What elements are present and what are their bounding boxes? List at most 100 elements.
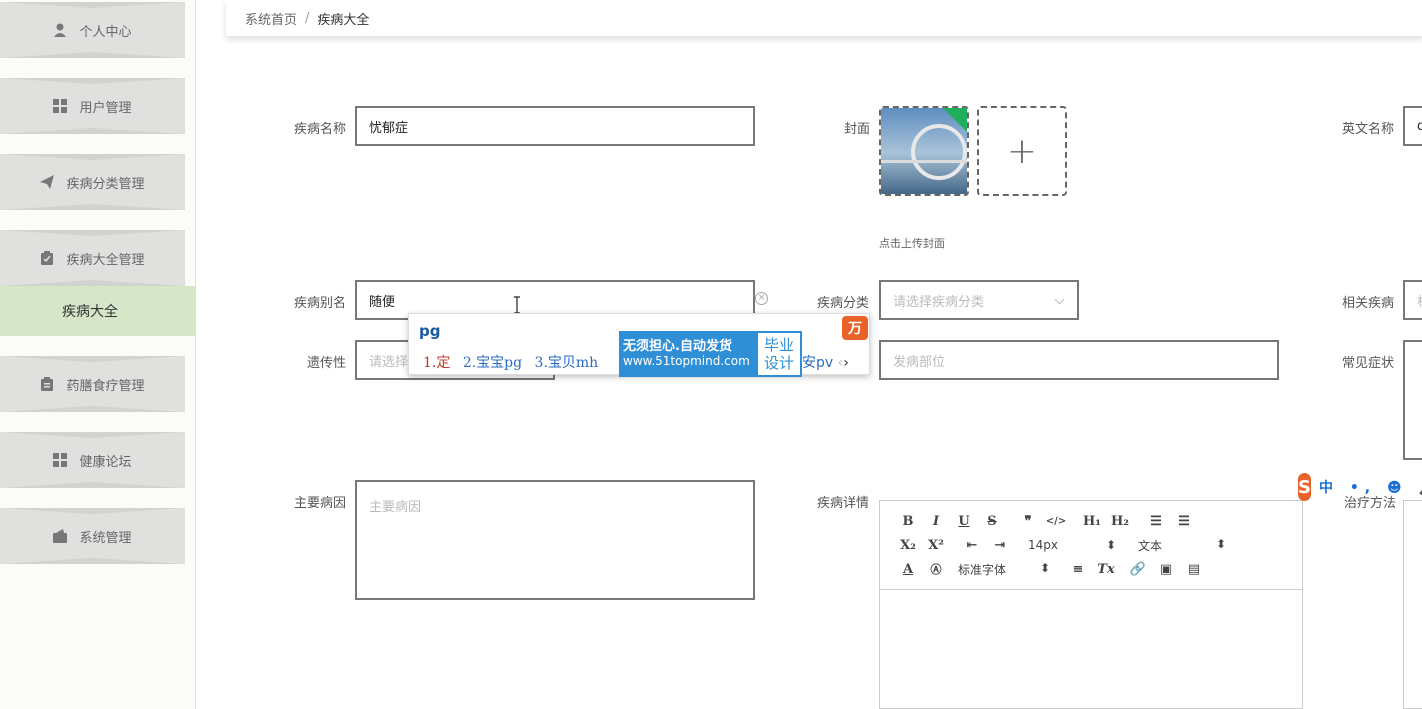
ime-candidate-tail: 安pv bbox=[802, 355, 834, 371]
disease-category-select[interactable]: 请选择疾病分类 bbox=[879, 280, 1079, 320]
ordered-list-icon[interactable]: ☰ bbox=[1142, 514, 1170, 529]
video-icon[interactable]: ▤ bbox=[1180, 562, 1208, 577]
sogou-logo-icon: S bbox=[1298, 473, 1311, 501]
ime-candidate-more[interactable]: 安pv ‹› bbox=[802, 352, 849, 372]
sidebar-item-users[interactable]: 用户管理 bbox=[0, 78, 185, 134]
h1-icon[interactable]: H₁ bbox=[1078, 514, 1106, 529]
sidebar-item-label: 个人中心 bbox=[79, 24, 132, 40]
updown-icon: ⬍ bbox=[1039, 560, 1050, 575]
sidebar-item-disease-category[interactable]: 疾病分类管理 bbox=[0, 154, 185, 210]
onset-site-input[interactable]: 发病部位 bbox=[879, 340, 1279, 380]
font-family-value: 标准字体 bbox=[958, 562, 1007, 577]
text-cursor-icon bbox=[514, 296, 520, 314]
superscript-icon[interactable]: X² bbox=[922, 538, 950, 553]
english-name-label: 英文名称 bbox=[1341, 122, 1394, 137]
link-icon[interactable]: 🔗 bbox=[1124, 562, 1152, 577]
font-color-icon[interactable]: A bbox=[894, 562, 922, 577]
cover-thumbnail[interactable] bbox=[879, 106, 969, 196]
clear-format-icon[interactable]: Tx bbox=[1092, 562, 1120, 577]
sogou-ime-toolbar[interactable]: S 中 •, ☻ 🎤 bbox=[1298, 473, 1422, 501]
clear-icon[interactable]: × bbox=[755, 292, 768, 305]
cover-image bbox=[881, 108, 967, 194]
ad-line-1: 无须担心.自动发货 bbox=[623, 339, 732, 354]
sidebar-item-system[interactable]: 系统管理 bbox=[0, 508, 185, 564]
bullet-list-icon[interactable]: ☰ bbox=[1170, 514, 1198, 529]
align-icon[interactable]: ≡ bbox=[1064, 562, 1092, 577]
sidebar-item-diet-therapy[interactable]: 药膳食疗管理 bbox=[0, 356, 185, 412]
font-size-select[interactable]: 14px ⬍ bbox=[1024, 538, 1120, 552]
sidebar-item-label: 系统管理 bbox=[79, 530, 132, 546]
category-placeholder: 请选择疾病分类 bbox=[893, 294, 985, 310]
code-icon[interactable]: </> bbox=[1042, 516, 1070, 527]
category-label: 疾病分类 bbox=[816, 296, 869, 311]
outdent-icon[interactable]: ⇤ bbox=[958, 538, 986, 553]
user-icon bbox=[53, 23, 67, 37]
bold-icon[interactable]: B bbox=[894, 514, 922, 529]
add-cover-button[interactable]: + bbox=[977, 106, 1067, 196]
send-icon bbox=[40, 175, 55, 189]
ad-right-1: 毕业 bbox=[763, 336, 794, 354]
sidebar-item-profile[interactable]: 个人中心 bbox=[0, 2, 185, 58]
upload-cover-hint: 点击上传封面 bbox=[879, 237, 945, 250]
underline-icon[interactable]: U bbox=[950, 514, 978, 529]
sidebar-item-label: 用户管理 bbox=[79, 100, 132, 116]
sidebar: 个人中心 用户管理 疾病分类管理 疾病大全管理 疾病大全 药膳食疗管理 健康论坛… bbox=[0, 0, 196, 709]
font-size-value: 14px bbox=[1028, 538, 1058, 552]
related-label: 相关疾病 bbox=[1341, 296, 1394, 311]
sidebar-item-health-forum[interactable]: 健康论坛 bbox=[0, 432, 185, 488]
english-name-input[interactable]: d bbox=[1403, 106, 1422, 146]
ad-line-2: www.51topmind.com bbox=[623, 354, 750, 368]
text-type-value: 文本 bbox=[1138, 538, 1163, 553]
detail-rich-editor[interactable]: B I U S ❞ </> H₁ H₂ ☰ ☰ X₂ X² ⇤ ⇥ 14px ⬍ … bbox=[879, 500, 1303, 709]
main-cause-textarea[interactable]: 主要病因 bbox=[355, 480, 755, 600]
symptoms-textarea[interactable] bbox=[1403, 340, 1422, 460]
ime-candidate-popup[interactable]: pg 1.定 2.宝宝pg 3.宝贝mh 无须担心.自动发货 www.51top… bbox=[408, 313, 870, 377]
clipboard-icon bbox=[40, 377, 54, 391]
breadcrumb: 系统首页 / 疾病大全 bbox=[226, 0, 1422, 36]
sidebar-item-disease-encyclopedia[interactable]: 疾病大全管理 bbox=[0, 230, 185, 286]
blockquote-icon[interactable]: ❞ bbox=[1014, 514, 1042, 529]
h2-icon[interactable]: H₂ bbox=[1106, 514, 1134, 529]
background-color-icon[interactable]: Ⓐ bbox=[922, 561, 950, 577]
detail-label: 疾病详情 bbox=[816, 496, 869, 511]
ime-candidate-1[interactable]: 1.定 bbox=[423, 355, 450, 371]
subscript-icon[interactable]: X₂ bbox=[894, 538, 922, 553]
heredity-label: 遗传性 bbox=[306, 356, 346, 371]
text-type-select[interactable]: 文本 ⬍ bbox=[1134, 537, 1230, 554]
wallet-icon bbox=[53, 529, 68, 543]
grid-icon bbox=[53, 453, 68, 467]
submenu-item-label: 疾病大全 bbox=[62, 304, 118, 320]
ime-ad-banner[interactable]: 无须担心.自动发货 www.51topmind.com 毕业 设计 bbox=[619, 331, 802, 377]
submenu-item-disease-list[interactable]: 疾病大全 bbox=[0, 286, 196, 336]
chevron-down-icon bbox=[1054, 294, 1065, 305]
font-family-select[interactable]: 标准字体 ⬍ bbox=[954, 561, 1054, 578]
sidebar-item-label: 疾病分类管理 bbox=[66, 176, 145, 192]
clipboard-icon bbox=[40, 251, 54, 265]
disease-name-input[interactable]: 忧郁症 bbox=[355, 106, 755, 146]
editor-toolbar: B I U S ❞ </> H₁ H₂ ☰ ☰ X₂ X² ⇤ ⇥ 14px ⬍ … bbox=[880, 501, 1302, 590]
indent-icon[interactable]: ⇥ bbox=[986, 538, 1014, 553]
sogou-toolbar-text[interactable]: 中 •, ☻ 🎤 bbox=[1319, 477, 1422, 497]
italic-icon[interactable]: I bbox=[922, 514, 950, 529]
updown-icon: ⬍ bbox=[1215, 536, 1226, 551]
related-disease-input[interactable]: 相 bbox=[1403, 280, 1422, 320]
strike-icon[interactable]: S bbox=[978, 514, 1006, 529]
grid-icon bbox=[53, 99, 68, 113]
page-next-icon[interactable]: › bbox=[843, 355, 849, 371]
treatment-rich-editor[interactable] bbox=[1403, 500, 1422, 709]
cover-label: 封面 bbox=[843, 122, 870, 137]
breadcrumb-home[interactable]: 系统首页 bbox=[245, 9, 297, 28]
ime-candidates[interactable]: 1.定 2.宝宝pg 3.宝贝mh bbox=[423, 352, 598, 372]
sidebar-item-label: 健康论坛 bbox=[79, 454, 132, 470]
ime-candidate-2[interactable]: 2.宝宝pg bbox=[463, 355, 522, 371]
image-icon[interactable]: ▣ bbox=[1152, 562, 1180, 577]
cause-label: 主要病因 bbox=[293, 496, 346, 511]
alias-label: 疾病别名 bbox=[293, 296, 346, 311]
symptoms-label: 常见症状 bbox=[1341, 356, 1394, 371]
sidebar-item-label: 疾病大全管理 bbox=[66, 252, 145, 268]
breadcrumb-separator: / bbox=[305, 10, 310, 26]
ime-logo-icon: 万 bbox=[842, 316, 868, 340]
ime-candidate-3[interactable]: 3.宝贝mh bbox=[535, 355, 599, 371]
ime-typed-text: pg bbox=[419, 322, 441, 340]
sidebar-item-label: 药膳食疗管理 bbox=[66, 378, 145, 394]
